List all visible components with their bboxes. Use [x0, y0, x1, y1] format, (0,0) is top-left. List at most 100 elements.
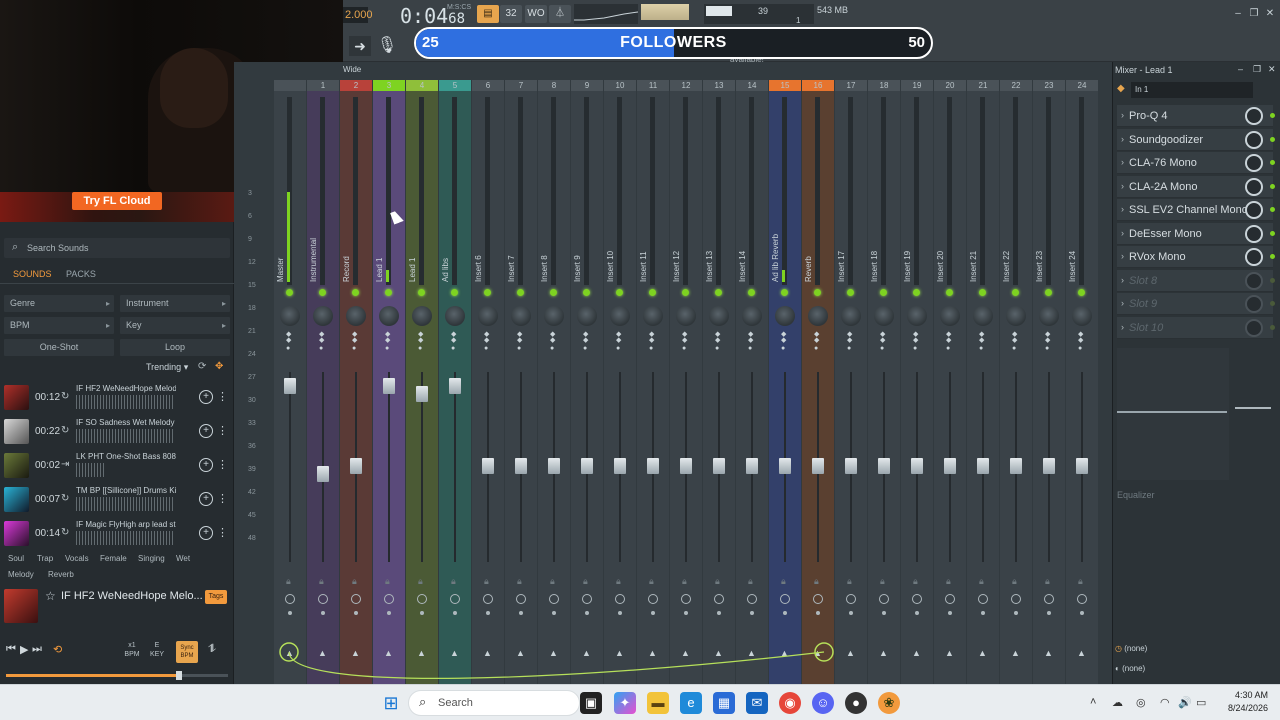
volume-handle[interactable]	[176, 671, 183, 680]
strip-enable-led[interactable]	[847, 289, 854, 296]
pan-knob[interactable]	[1039, 306, 1059, 326]
genre-filter[interactable]: Genre ▸	[4, 295, 114, 312]
stereo-arrows-icon[interactable]: ◆ ◆	[946, 331, 951, 344]
send-arrow-icon[interactable]: ▲	[978, 648, 987, 658]
lock-icon[interactable]: 🔒︎	[286, 576, 291, 587]
route-circle[interactable]	[384, 594, 394, 604]
lock-icon[interactable]: 🔒︎	[319, 576, 324, 587]
chrome-icon[interactable]: ◉	[779, 692, 801, 714]
volume-fader[interactable]	[746, 458, 758, 474]
slot-mix-knob[interactable]	[1245, 248, 1263, 266]
tab-packs[interactable]: PACKS	[66, 269, 96, 279]
record-dot[interactable]	[849, 611, 853, 615]
slot-mix-knob[interactable]	[1245, 130, 1263, 149]
mixer-strip[interactable]: 18 Insert 18 ◆ ◆ ● 🔒︎ ▲	[868, 80, 900, 684]
more-icon[interactable]: ⋮	[217, 526, 228, 539]
pan-knob[interactable]	[1006, 306, 1026, 326]
mixer-strip[interactable]: 10 Insert 10 ◆ ◆ ● 🔒︎ ▲	[604, 80, 636, 684]
volume-fader[interactable]	[317, 466, 329, 482]
send-arrow-icon[interactable]: ▲	[945, 648, 954, 658]
lock-icon[interactable]: 🔒︎	[715, 576, 720, 587]
wifi-icon[interactable]: ◠	[1160, 696, 1170, 709]
add-icon[interactable]: +	[199, 526, 213, 540]
volume-fader[interactable]	[713, 458, 725, 474]
send-arrow-icon[interactable]: ▲	[417, 648, 426, 658]
lock-icon[interactable]: 🔒︎	[1012, 576, 1017, 587]
slot-enable-led[interactable]	[1270, 136, 1275, 142]
record-dot[interactable]	[750, 611, 754, 615]
volume-fader[interactable]	[1010, 458, 1022, 474]
copilot-icon[interactable]: ✦	[614, 692, 636, 714]
add-icon[interactable]: +	[199, 492, 213, 506]
tags-button[interactable]: Tags	[205, 590, 227, 604]
mixer-strip[interactable]: Master ◆ ◆ ● 🔒︎ ▲	[274, 80, 306, 684]
send-arrow-icon[interactable]: ▲	[1011, 648, 1020, 658]
effect-slot[interactable]: › Slot 10	[1117, 316, 1275, 339]
more-icon[interactable]: ⋮	[217, 390, 228, 403]
slot-mix-knob[interactable]	[1245, 201, 1263, 219]
send-arrow-icon[interactable]: ▲	[549, 648, 558, 658]
system-clock[interactable]: 4:30 AM 8/24/2026	[1212, 689, 1268, 715]
onedrive-icon[interactable]: ☁	[1112, 696, 1123, 709]
send-arrow-icon[interactable]: ▲	[747, 648, 756, 658]
stereo-separation-icon[interactable]: ●	[847, 345, 851, 352]
volume-fader[interactable]	[1043, 458, 1055, 474]
sort-dropdown[interactable]: Trending ▾	[146, 362, 188, 373]
stereo-arrows-icon[interactable]: ◆ ◆	[319, 331, 324, 344]
mixer-strip[interactable]: 12 Insert 12 ◆ ◆ ● 🔒︎ ▲	[670, 80, 702, 684]
mixer-strip[interactable]: 1 Instrumental ◆ ◆ ● 🔒︎ ▲	[307, 80, 339, 684]
send-arrow-icon[interactable]: ▲	[780, 648, 789, 658]
stereo-separation-icon[interactable]: ●	[451, 345, 455, 352]
stereo-separation-icon[interactable]: ●	[352, 345, 356, 352]
stereo-separation-icon[interactable]: ●	[946, 345, 950, 352]
tab-sounds[interactable]: SOUNDS	[13, 269, 52, 279]
slot-mix-knob[interactable]	[1245, 224, 1263, 243]
step-size-button[interactable]: 32	[500, 5, 522, 23]
stereo-arrows-icon[interactable]: ◆ ◆	[913, 331, 918, 344]
strip-enable-led[interactable]	[715, 289, 722, 296]
stereo-separation-icon[interactable]: ●	[880, 345, 884, 352]
volume-fader[interactable]	[647, 458, 659, 474]
strip-enable-led[interactable]	[484, 289, 491, 296]
tag-chip[interactable]: Melody	[8, 570, 34, 579]
stereo-mode-label[interactable]: Wide	[343, 65, 361, 74]
record-dot[interactable]	[651, 611, 655, 615]
minimize-icon[interactable]: –	[1238, 64, 1243, 74]
route-circle[interactable]	[318, 594, 328, 604]
add-icon[interactable]: +	[199, 390, 213, 404]
lock-icon[interactable]: 🔒︎	[484, 576, 489, 587]
volume-fader[interactable]	[878, 458, 890, 474]
sound-row[interactable]: 00:14 ↻ IF Magic FlyHigh arp lead sta...…	[0, 518, 234, 550]
tag-chip[interactable]: Vocals	[65, 554, 89, 563]
volume-fader[interactable]	[482, 458, 494, 474]
volume-fader[interactable]	[911, 458, 923, 474]
strip-enable-led[interactable]	[385, 289, 392, 296]
tag-chip[interactable]: Wet	[176, 554, 190, 563]
volume-fader[interactable]	[944, 458, 956, 474]
route-circle[interactable]	[1011, 594, 1021, 604]
lock-icon[interactable]: 🔒︎	[1045, 576, 1050, 587]
route-circle[interactable]	[417, 594, 427, 604]
restore-icon[interactable]: ❐	[1253, 64, 1261, 75]
pan-knob[interactable]	[643, 306, 663, 326]
send-arrow-icon[interactable]: ▲	[615, 648, 624, 658]
pan-knob[interactable]	[709, 306, 729, 326]
strip-enable-led[interactable]	[583, 289, 590, 296]
send-arrow-icon[interactable]: ▲	[648, 648, 657, 658]
record-dot[interactable]	[519, 611, 523, 615]
tag-chip[interactable]: Singing	[138, 554, 165, 563]
route-circle[interactable]	[747, 594, 757, 604]
stereo-arrows-icon[interactable]: ◆ ◆	[847, 331, 852, 344]
slot-enable-led[interactable]	[1270, 324, 1275, 330]
route-circle[interactable]	[780, 594, 790, 604]
strip-enable-led[interactable]	[946, 289, 953, 296]
volume-fader[interactable]	[350, 458, 362, 474]
stereo-separation-icon[interactable]: ●	[1078, 345, 1082, 352]
record-dot[interactable]	[684, 611, 688, 615]
route-circle[interactable]	[681, 594, 691, 604]
slot-mix-knob[interactable]	[1245, 154, 1263, 172]
microphone-icon[interactable]: 🎙	[376, 35, 398, 57]
route-circle[interactable]	[582, 594, 592, 604]
stereo-arrows-icon[interactable]: ◆ ◆	[1012, 331, 1017, 344]
pan-knob[interactable]	[577, 306, 597, 326]
